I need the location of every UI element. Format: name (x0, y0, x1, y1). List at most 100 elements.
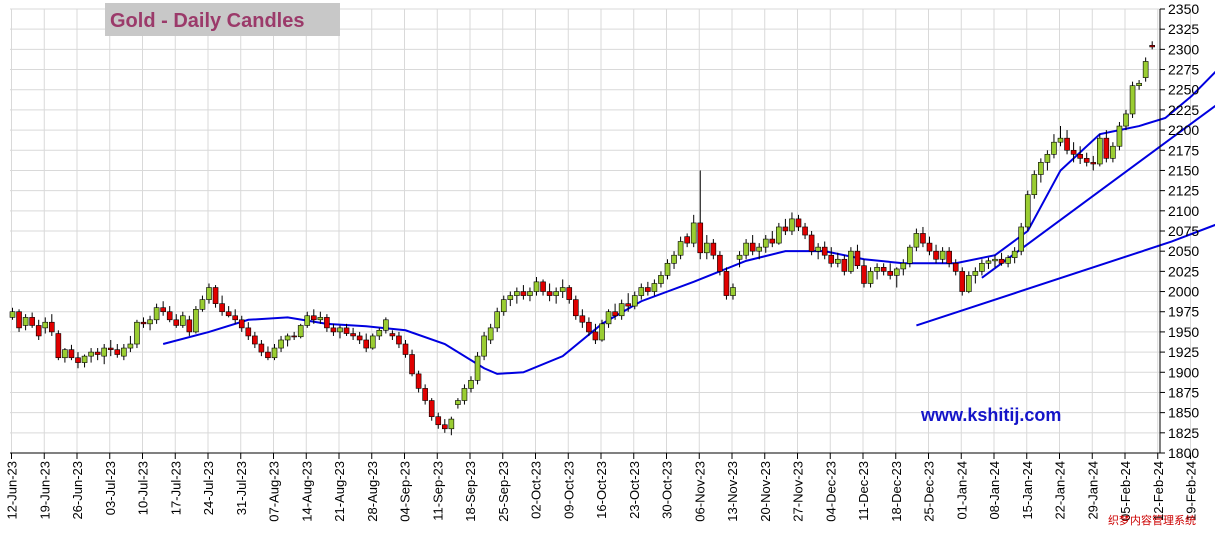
candle-body (107, 347, 114, 350)
candle (789, 212, 795, 236)
candle-body (127, 343, 134, 349)
candle (402, 339, 409, 358)
candle (795, 214, 802, 231)
candle-body (1077, 154, 1083, 159)
candle (212, 285, 219, 308)
candle-body (743, 242, 749, 256)
y-tick-label: 2300 (1168, 41, 1199, 57)
candle-body (1057, 137, 1064, 143)
candle (546, 283, 553, 302)
candle-body (186, 319, 193, 333)
candle-body (147, 319, 153, 325)
candle (690, 214, 697, 248)
candle (173, 314, 180, 328)
y-tick-label: 2275 (1168, 62, 1199, 78)
x-tick-label: 20-Nov-23 (758, 461, 773, 522)
y-tick-label: 2150 (1168, 162, 1199, 178)
x-tick-label: 18-Sep-23 (463, 461, 478, 522)
x-tick-label: 22-Jan-24 (1053, 461, 1068, 520)
candle-body (284, 335, 291, 341)
candle (383, 317, 389, 334)
candle-body (952, 262, 959, 272)
candle (920, 226, 926, 248)
candle-body (828, 254, 835, 264)
candle (618, 299, 625, 320)
candle (762, 235, 769, 253)
candle-body (219, 303, 225, 313)
candle-body (684, 236, 690, 244)
y-tick-label: 2350 (1168, 1, 1199, 17)
candle-body (1136, 82, 1142, 86)
candle-body (1097, 137, 1103, 165)
x-tick-label: 12-Jun-23 (5, 461, 20, 520)
candle (645, 281, 651, 296)
candle-body (631, 295, 638, 307)
candle-body (1129, 85, 1136, 115)
candle-body (160, 307, 166, 313)
candle (428, 398, 435, 421)
x-tick-label: 18-Dec-23 (889, 461, 904, 522)
x-tick-label: 31-Jul-23 (234, 461, 249, 515)
grid-lines (10, 8, 1191, 454)
candle (487, 323, 494, 345)
candle-body (664, 262, 671, 276)
candle-body (153, 307, 160, 321)
candle-body (55, 333, 62, 359)
x-tick-label: 16-Oct-23 (594, 461, 609, 519)
x-tick-label: 19-Jun-23 (37, 461, 52, 520)
candle-body (520, 291, 527, 296)
candle-body (1038, 162, 1044, 175)
candle-body (75, 357, 81, 363)
candle-body (304, 315, 311, 326)
candle-body (907, 246, 913, 264)
candle (415, 370, 422, 393)
x-tick-label: 17-Jul-23 (168, 461, 183, 515)
candle-body (140, 321, 147, 325)
candle-body (252, 335, 258, 345)
candle (304, 311, 311, 328)
candle-body (769, 238, 776, 244)
candle (1142, 57, 1149, 82)
candle-body (540, 281, 546, 292)
candle (946, 247, 952, 268)
candle-body (998, 258, 1005, 264)
candle (507, 291, 514, 307)
candle-body (1123, 113, 1129, 127)
candle (245, 322, 252, 340)
candle-body (651, 283, 658, 292)
candle-body (265, 351, 271, 359)
candle-body (926, 242, 933, 252)
candle-body (592, 331, 599, 341)
candle (1038, 158, 1044, 183)
candle-body (461, 388, 468, 401)
candle-body (193, 309, 199, 333)
candle-body (121, 347, 127, 357)
candle-body (81, 355, 88, 363)
candle (29, 312, 35, 328)
candle-body (546, 291, 553, 296)
candle (520, 285, 527, 300)
x-axis-tick-labels: 12-Jun-23 19-Jun-23 26-Jun-23 03-Jul-23 10-J… (5, 453, 1199, 522)
candle-body (992, 258, 998, 262)
candle-body (1005, 257, 1011, 264)
candle-body (350, 333, 356, 337)
candle-body (114, 349, 121, 355)
x-tick-label: 03-Jul-23 (103, 461, 118, 515)
candle (500, 295, 507, 316)
candle (677, 236, 684, 260)
candle-body (533, 281, 540, 292)
candle-body (514, 291, 520, 296)
candle-body (1064, 137, 1070, 151)
candle-body (16, 311, 22, 329)
candle-body (723, 271, 730, 296)
candle-body (834, 258, 841, 264)
candle-body (703, 242, 710, 254)
y-tick-label: 1900 (1168, 364, 1199, 380)
candle-body (166, 311, 173, 321)
candle (252, 331, 258, 349)
candle (959, 267, 966, 296)
candle (1077, 146, 1083, 164)
candle-body (48, 321, 55, 333)
candle-body (985, 260, 992, 264)
x-tick-label: 14-Aug-23 (299, 461, 314, 522)
